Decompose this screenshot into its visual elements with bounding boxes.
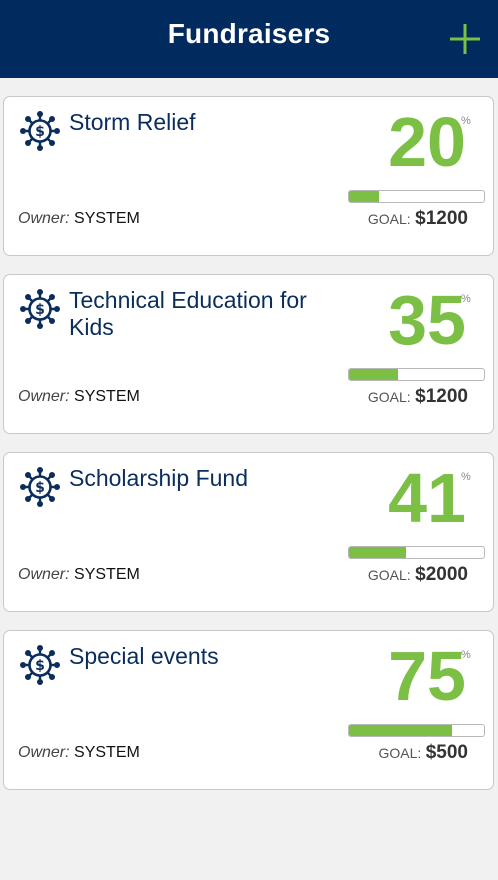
progress-bar (348, 724, 485, 737)
progress-bar (348, 546, 485, 559)
donation-network-icon: $ (20, 645, 60, 685)
owner-value: SYSTEM (74, 388, 140, 405)
goal-amount: $500 (425, 742, 468, 763)
progress-fill (349, 191, 379, 202)
fundraiser-title: Scholarship Fund (69, 465, 248, 491)
fundraiser-card[interactable]: $ Technical Education for Kids 35 % Owne… (3, 274, 494, 434)
donation-network-icon: $ (20, 289, 60, 329)
donation-network-icon: $ (20, 467, 60, 507)
owner-label: Owner: (18, 566, 70, 583)
percent-sign: % (461, 649, 471, 661)
progress-bar (348, 368, 485, 381)
goal-amount: $2000 (415, 564, 468, 585)
donation-network-icon: $ (20, 111, 60, 151)
progress-fill (349, 369, 398, 380)
page-title: Fundraisers (167, 18, 331, 49)
goal-label: GOAL: (378, 745, 422, 761)
goal-info: GOAL: $1200 (368, 208, 468, 230)
percent-value: 41 (388, 459, 466, 537)
owner-label: Owner: (18, 744, 70, 761)
svg-text:$: $ (35, 124, 45, 140)
fundraiser-card[interactable]: $ Scholarship Fund 41 % Owner: SYSTEM GO… (3, 452, 494, 612)
owner-value: SYSTEM (74, 566, 140, 583)
goal-label: GOAL: (367, 211, 411, 227)
goal-info: GOAL: $500 (378, 742, 468, 764)
owner-label: Owner: (18, 210, 70, 227)
percent-sign: % (461, 115, 471, 127)
percent-value: 20 (388, 103, 466, 181)
svg-text:$: $ (35, 302, 45, 318)
percent-sign: % (461, 471, 471, 483)
percent-value: 75 (388, 637, 466, 715)
owner-info: Owner: SYSTEM (18, 744, 140, 762)
owner-value: SYSTEM (74, 744, 140, 761)
progress-fill (349, 547, 406, 558)
goal-amount: $1200 (415, 208, 468, 229)
owner-info: Owner: SYSTEM (18, 566, 140, 584)
goal-label: GOAL: (367, 389, 411, 405)
owner-label: Owner: (18, 388, 70, 405)
owner-value: SYSTEM (74, 210, 140, 227)
goal-amount: $1200 (415, 386, 468, 407)
svg-text:$: $ (35, 480, 45, 496)
plus-icon[interactable] (446, 20, 484, 58)
goal-info: GOAL: $1200 (368, 386, 468, 408)
fundraiser-title: Special events (69, 643, 219, 669)
fundraiser-card[interactable]: $ Special events 75 % Owner: SYSTEM GOAL… (3, 630, 494, 790)
fundraiser-card[interactable]: $ Storm Relief 20 % Owner: SYSTEM GOAL: … (3, 96, 494, 256)
app-header: Fundraisers (0, 0, 498, 78)
fundraiser-title: Technical Education for Kids (69, 287, 307, 340)
progress-bar (348, 190, 485, 203)
svg-text:$: $ (35, 658, 45, 674)
owner-info: Owner: SYSTEM (18, 210, 140, 228)
percent-value: 35 (388, 281, 466, 359)
goal-info: GOAL: $2000 (368, 564, 468, 586)
goal-label: GOAL: (367, 567, 411, 583)
owner-info: Owner: SYSTEM (18, 388, 140, 406)
percent-sign: % (461, 293, 471, 305)
fundraiser-title: Storm Relief (69, 109, 196, 135)
progress-fill (349, 725, 452, 736)
